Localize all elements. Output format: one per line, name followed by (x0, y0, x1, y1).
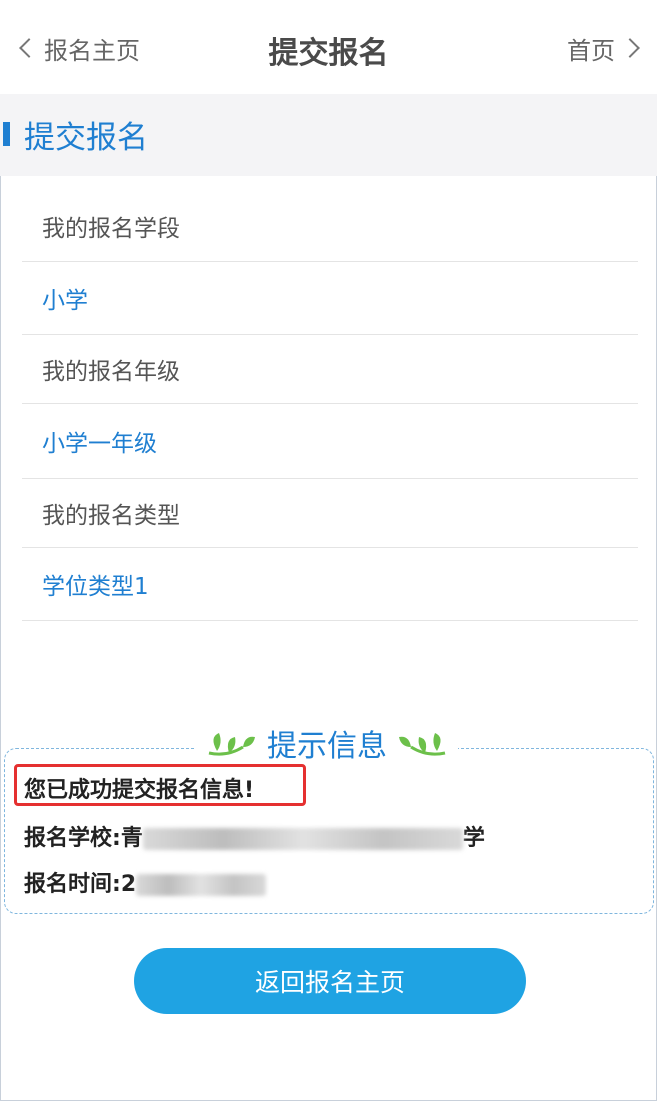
school-value-start: 青 (120, 826, 143, 851)
field-label-stage: 我的报名学段 (22, 190, 638, 262)
home-link[interactable]: 首页 (567, 30, 643, 66)
time-line: 报名时间:2 (24, 866, 267, 898)
leaf-left-icon (208, 733, 255, 756)
leaf-right-icon (399, 733, 446, 756)
return-to-registration-home-button[interactable]: 返回报名主页 (134, 948, 526, 1014)
school-line: 报名学校:青 学 (24, 820, 485, 852)
field-value-grade: 小学一年级 (22, 404, 638, 479)
top-nav-bar: 报名主页 提交报名 首页 (0, 0, 657, 94)
chevron-right-icon (620, 38, 640, 58)
tip-title: 提示信息 (267, 729, 387, 764)
section-accent-bar (3, 122, 10, 146)
field-label-type: 我的报名类型 (22, 479, 638, 548)
field-value-stage: 小学 (22, 262, 638, 335)
section-header: 提交报名 (0, 94, 657, 176)
school-value-end: 学 (462, 826, 485, 851)
time-value-start: 2 (120, 872, 137, 897)
time-label: 报名时间: (24, 872, 121, 897)
field-value-type: 学位类型1 (22, 548, 638, 621)
redacted-date (136, 874, 267, 896)
tip-title-wrapper: 提示信息 (196, 720, 458, 766)
registration-info-list: 我的报名学段 小学 我的报名年级 小学一年级 我的报名类型 学位类型1 (22, 190, 638, 621)
success-message: 您已成功提交报名信息! (24, 778, 255, 803)
redacted-school-name (142, 828, 463, 850)
home-label: 首页 (567, 36, 615, 65)
school-label: 报名学校: (24, 826, 121, 851)
section-title: 提交报名 (24, 120, 148, 156)
page-title: 提交报名 (268, 36, 389, 71)
field-label-grade: 我的报名年级 (22, 335, 638, 404)
